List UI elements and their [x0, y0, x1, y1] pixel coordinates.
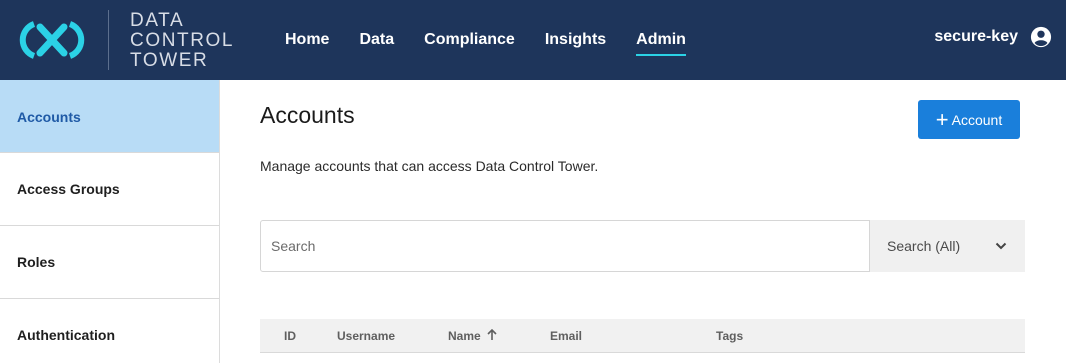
- column-header-name[interactable]: Name: [448, 329, 497, 343]
- brand-line-2: CONTROL: [130, 30, 235, 51]
- sort-ascending-icon: [487, 329, 497, 340]
- sidebar-item-authentication[interactable]: Authentication: [0, 299, 219, 363]
- chevron-down-icon: [995, 242, 1007, 250]
- search-input[interactable]: [260, 220, 870, 272]
- sidebar-item-label: Access Groups: [17, 181, 120, 197]
- brand-line-3: TOWER: [130, 50, 209, 71]
- user-name: secure-key: [934, 28, 1018, 45]
- sidebar-item-label: Authentication: [17, 327, 115, 343]
- add-account-label: Account: [951, 111, 1003, 128]
- main-content: Accounts + Account Manage accounts that …: [260, 80, 1026, 363]
- user-menu[interactable]: secure-key: [934, 26, 1052, 48]
- accounts-table-header: ID Username Name Email Tags: [260, 319, 1025, 353]
- page-description: Manage accounts that can access Data Con…: [260, 158, 599, 174]
- top-bar: DATA CONTROL TOWER Home Data Compliance …: [0, 0, 1066, 80]
- column-header-email[interactable]: Email: [550, 329, 582, 343]
- nav-admin[interactable]: Admin: [636, 28, 686, 56]
- nav-home[interactable]: Home: [285, 28, 329, 52]
- nav-insights[interactable]: Insights: [545, 28, 606, 52]
- account-circle-icon: [1030, 26, 1052, 48]
- logo-divider: [108, 10, 109, 70]
- admin-sidebar: Accounts Access Groups Roles Authenticat…: [0, 80, 220, 363]
- add-account-button[interactable]: + Account: [918, 100, 1020, 139]
- search-scope-select[interactable]: Search (All): [870, 220, 1025, 272]
- plus-icon: +: [935, 106, 949, 132]
- search-bar: Search (All): [260, 220, 1025, 272]
- brand-wordmark: DATA CONTROL TOWER: [130, 11, 234, 71]
- column-header-id[interactable]: ID: [284, 329, 296, 343]
- sidebar-item-accounts[interactable]: Accounts: [0, 80, 219, 153]
- column-header-name-label: Name: [448, 329, 481, 343]
- dct-logo-mark-icon: [19, 21, 85, 59]
- search-scope-value: Search (All): [887, 238, 961, 254]
- nav-compliance[interactable]: Compliance: [424, 28, 515, 52]
- brand-line-1: DATA: [130, 10, 185, 31]
- logo[interactable]: [12, 10, 92, 70]
- sidebar-item-label: Accounts: [17, 108, 81, 125]
- sidebar-item-roles[interactable]: Roles: [0, 226, 219, 299]
- sidebar-item-label: Roles: [17, 254, 56, 270]
- column-header-tags[interactable]: Tags: [716, 329, 743, 343]
- main-nav: Home Data Compliance Insights Admin: [285, 0, 716, 80]
- sidebar-item-access-groups[interactable]: Access Groups: [0, 153, 219, 226]
- nav-data[interactable]: Data: [359, 28, 394, 52]
- column-header-username[interactable]: Username: [337, 329, 395, 343]
- page-title: Accounts: [260, 102, 355, 128]
